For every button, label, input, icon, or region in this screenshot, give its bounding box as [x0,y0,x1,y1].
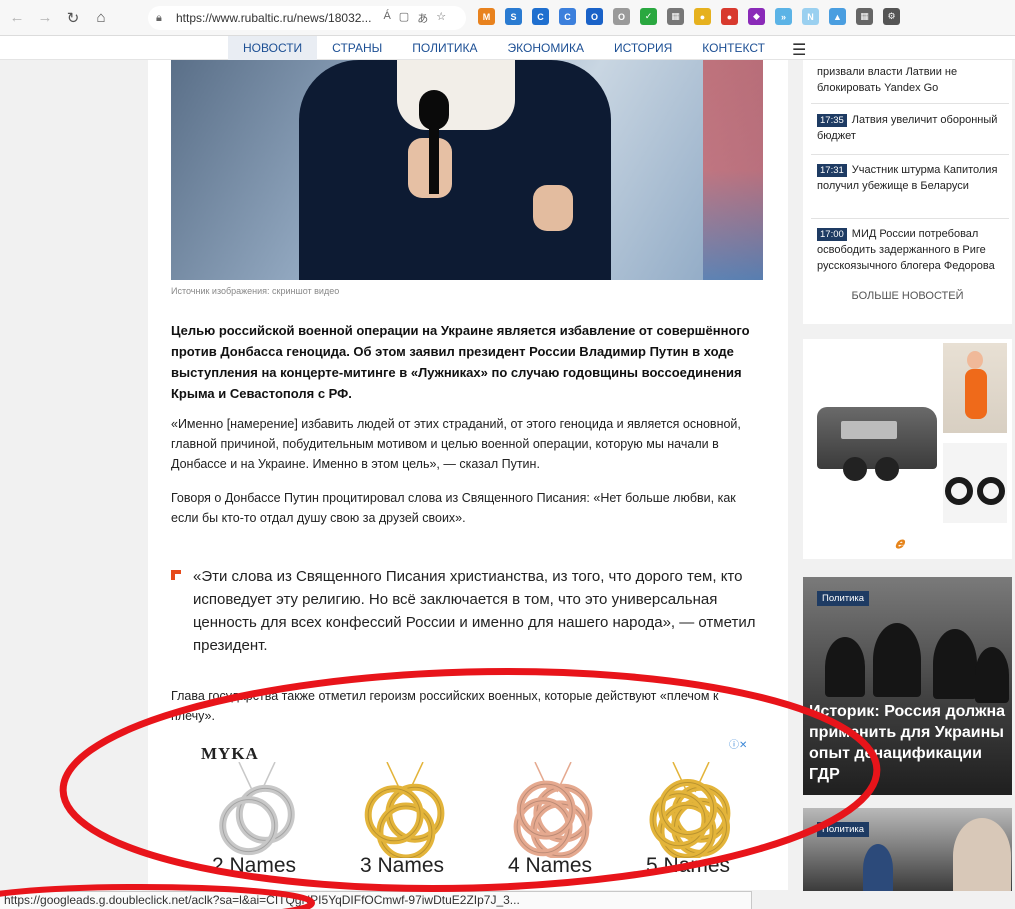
favorite-icon[interactable]: ☆ [436,10,446,26]
article-paragraph-1: «Именно [намерение] избавить людей от эт… [171,417,741,471]
translate-icon[interactable]: あ [417,10,428,26]
gray-ring-icon[interactable]: O [613,8,630,25]
news-time: 17:31 [817,164,847,177]
news-item[interactable]: 17:00 МИД России потребовал освободить за… [817,226,1007,274]
ad-product[interactable]: 2 Names [189,732,319,890]
article-hero-image [171,60,763,280]
ring-necklace-icon [219,762,295,856]
chevrons-icon[interactable]: » [775,8,792,25]
news-item[interactable]: 17:31 Участник штурма Капитолия получил у… [817,162,1007,194]
ad-network-logo-icon[interactable]: 𝒆 [895,535,904,552]
immersive-reader-icon[interactable]: ▢ [399,10,409,26]
ring-necklace-icon [364,762,445,858]
reload-icon[interactable]: ↻ [62,7,84,29]
ad-product[interactable]: 4 Names [485,732,615,890]
nav-item[interactable]: КОНТЕКСТ [687,36,780,60]
pokeball-icon[interactable]: ● [721,8,738,25]
sidebar-card-historian[interactable]: Политика Историк: Россия должна применит… [803,577,1012,795]
category-tag[interactable]: Политика [817,591,870,606]
sidebar-ad[interactable]: ⓘ✕ 𝒆 [803,339,1012,559]
ring-necklace-icon [649,762,731,858]
address-text[interactable]: https://www.rubaltic.ru/news/18032... [176,11,371,25]
news-time: 17:00 [817,228,847,241]
s-icon[interactable]: S [505,8,522,25]
ring-icon[interactable]: O [586,8,603,25]
product-label[interactable]: 4 Names [485,854,615,878]
c-blue-icon[interactable]: C [559,8,576,25]
nav-item[interactable]: НОВОСТИ [228,36,318,60]
model-image[interactable] [943,343,1007,433]
more-news-link[interactable]: БОЛЬШЕ НОВОСТЕЙ [803,290,1012,302]
product-label[interactable]: 3 Names [337,854,467,878]
article-quote: «Эти слова из Священного Писания христиа… [193,568,756,654]
sky-icon[interactable]: ▲ [829,8,846,25]
check-icon[interactable]: ✓ [640,8,657,25]
sidebar-card-protest[interactable]: Политика [803,808,1012,891]
card-headline[interactable]: Историк: Россия должна применить для Укр… [809,701,1009,785]
quote-marker-icon [171,570,181,580]
ad-product[interactable]: 5 Names [623,732,753,890]
news-item[interactable]: 17:35 Латвия увеличит оборонный бюджет [817,112,1007,144]
product-label[interactable]: 5 Names [623,854,753,878]
image-caption: Источник изображения: скриншот видео [171,286,340,296]
article-paragraph-3: Глава государства также отметил героизм … [171,689,719,723]
status-bar-link: https://googleads.g.doubleclick.net/aclk… [0,891,752,909]
news-time: 17:35 [817,114,847,127]
metamask-icon[interactable]: M [478,8,495,25]
bee-icon[interactable]: ● [694,8,711,25]
news-item[interactable]: призвали власти Латвии не блокировать Ya… [817,64,1007,96]
ebike-image[interactable] [943,443,1007,523]
n-icon[interactable]: N [802,8,819,25]
nav-item[interactable]: СТРАНЫ [317,36,397,60]
read-aloud-icon[interactable]: Á [383,10,390,26]
site-navigation: НОВОСТИ СТРАНЫ ПОЛИТИКА ЭКОНОМИКА ИСТОРИЯ КОН… [0,36,1015,60]
nav-item[interactable]: ЭКОНОМИКА [493,36,599,60]
ring-necklace-icon [513,762,593,858]
forward-icon[interactable]: → [34,7,56,29]
lock-icon: 🔒︎ [156,11,162,24]
extensions-strip: M S C C O O ✓ ▦ ● ● ◆» N ▲ ▦ ⚙ [478,8,900,25]
back-icon[interactable]: ← [6,7,28,29]
purple-icon[interactable]: ◆ [748,8,765,25]
grid-icon[interactable]: ▦ [667,8,684,25]
menu-icon[interactable]: ☰ [792,40,806,60]
article-lead: Целью российской военной операции на Укр… [171,323,750,401]
product-label[interactable]: 2 Names [189,854,319,878]
article-paragraph-2: Говоря о Донбассе Путин процитировал сло… [171,491,736,525]
sidebar-news-list: призвали власти Латвии не блокировать Ya… [803,60,1012,324]
puzzle-icon[interactable]: ⚙ [883,8,900,25]
nav-item[interactable]: ИСТОРИЯ [599,36,687,60]
browser-toolbar: ← → ↻ ⌂ 🔒︎ https://www.rubaltic.ru/news/… [0,0,1015,36]
category-tag[interactable]: Политика [817,822,870,837]
qr-icon[interactable]: ▦ [856,8,873,25]
nav-item[interactable]: ПОЛИТИКА [397,36,492,60]
jewelry-ad[interactable]: MYKA ⓘ✕ 2 Names 3 Names 4 Names 5 Names [171,732,765,890]
trailer-image[interactable] [817,407,937,481]
c-icon[interactable]: C [532,8,549,25]
address-bar[interactable]: 🔒︎ https://www.rubaltic.ru/news/18032...… [148,6,466,30]
home-icon[interactable]: ⌂ [90,7,112,29]
ad-product[interactable]: 3 Names [337,732,467,890]
